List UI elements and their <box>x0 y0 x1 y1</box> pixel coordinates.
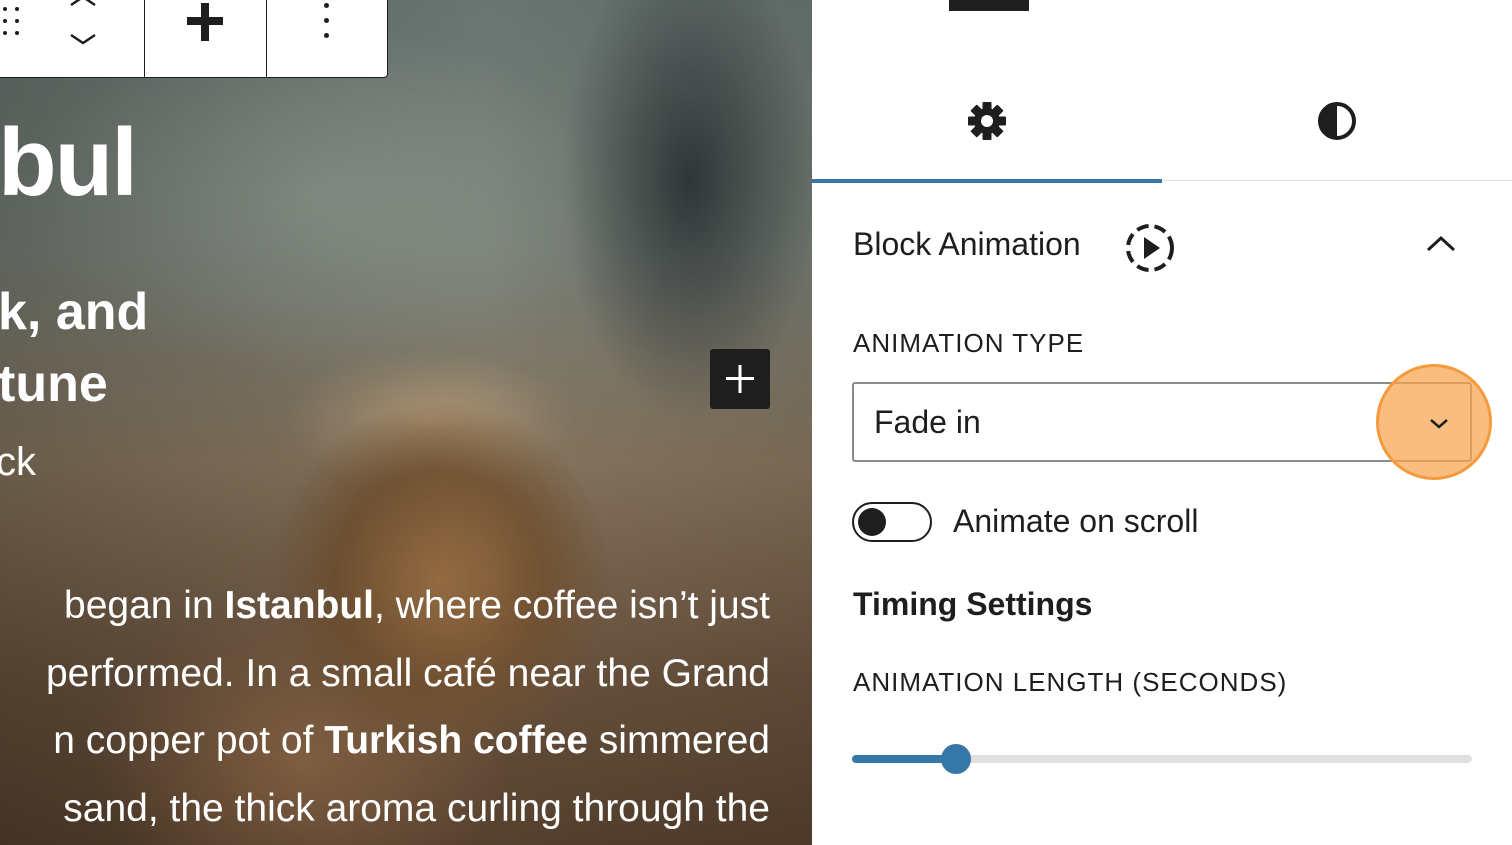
chevron-down-icon[interactable] <box>1428 414 1450 434</box>
paragraph-block[interactable]: began in Istanbul, where coffee isn’t ju… <box>0 572 770 842</box>
paragraph-bold-text: Turkish coffee <box>324 719 588 762</box>
paragraph-line: sand, the thick aroma curling through th… <box>0 775 770 843</box>
paragraph-bold-text: Istanbul <box>224 584 375 627</box>
toggle-knob <box>858 508 886 536</box>
more-options-icon[interactable] <box>323 3 331 39</box>
tab-styles[interactable] <box>1162 60 1512 181</box>
cover-heading[interactable]: bul <box>0 108 138 218</box>
animation-play-icon <box>1126 224 1174 272</box>
gear-icon <box>968 102 1006 140</box>
editor-canvas[interactable]: bul k, and tune ck began in Istanbul, wh… <box>0 0 812 845</box>
chevron-up-icon[interactable] <box>1424 228 1458 258</box>
drag-handle-icon[interactable] <box>1 7 23 41</box>
block-toolbar <box>0 0 388 78</box>
toolbar-group-more <box>267 0 387 77</box>
paragraph-text: simmered <box>587 719 770 762</box>
settings-sidebar: Block Animation Animation Type Fade in A… <box>812 0 1512 845</box>
toolbar-group-move <box>0 0 146 77</box>
plus-icon[interactable] <box>183 1 227 43</box>
animate-on-scroll-toggle[interactable] <box>852 502 932 542</box>
cover-subheading[interactable]: k, and tune <box>0 276 148 420</box>
panel-title[interactable]: Block Animation <box>853 226 1081 263</box>
sidebar-tabs <box>812 60 1512 183</box>
animation-type-value: Fade in <box>874 404 981 440</box>
paragraph-line: performed. In a small café near the Gran… <box>0 640 770 708</box>
animation-length-label: Animation Length (Seconds) <box>853 667 1288 697</box>
paragraph-line: began in Istanbul, where coffee isn’t ju… <box>0 572 770 640</box>
move-up-down-icon[interactable] <box>63 0 103 57</box>
paragraph-text: began in <box>64 584 225 627</box>
contrast-icon <box>1318 102 1356 140</box>
paragraph-text: performed. In a small café near the Gran… <box>45 651 770 695</box>
tab-settings[interactable] <box>812 60 1162 183</box>
toolbar-group-align <box>145 0 267 77</box>
paragraph-line: n copper pot of Turkish coffee simmered <box>0 707 770 775</box>
timing-settings-title: Timing Settings <box>853 586 1093 622</box>
block-inserter-button[interactable] <box>710 349 770 409</box>
animation-type-label: Animation Type <box>853 328 1085 358</box>
animation-length-slider[interactable] <box>852 744 1472 774</box>
paragraph-text: sand, the thick aroma curling through th… <box>63 786 770 830</box>
cover-byline[interactable]: ck <box>0 440 36 485</box>
paragraph-text: , where coffee isn’t just <box>374 584 770 627</box>
sidebar-header-edge <box>949 0 1029 11</box>
slider-thumb[interactable] <box>941 744 972 774</box>
paragraph-text: n copper pot of <box>53 719 325 762</box>
animate-on-scroll-label[interactable]: Animate on scroll <box>953 503 1198 540</box>
plus-icon <box>726 365 754 393</box>
